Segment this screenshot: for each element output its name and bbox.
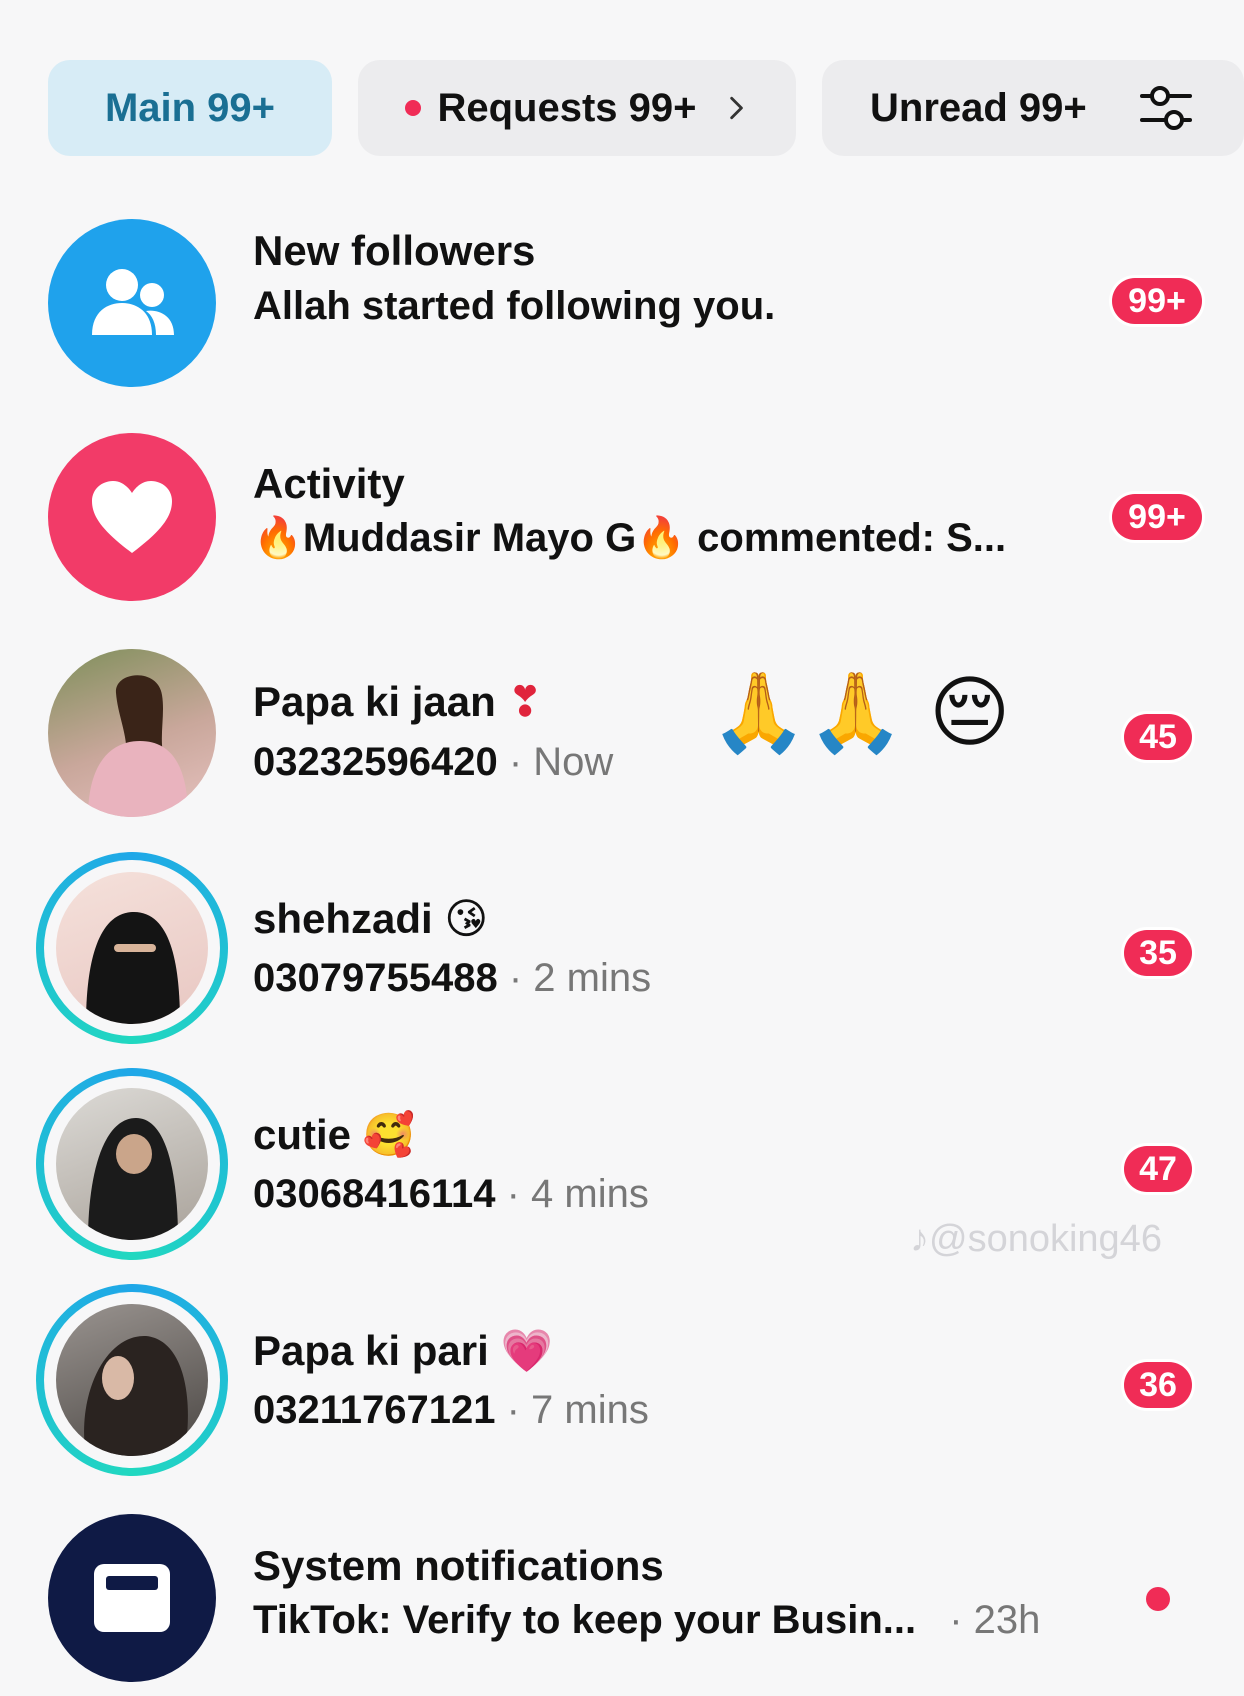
- timestamp: · 4 mins: [506, 1172, 649, 1216]
- chevron-right-icon: [729, 96, 743, 120]
- unread-dot: [1146, 1587, 1170, 1611]
- timestamp: · Now: [508, 740, 614, 784]
- list-item-chat[interactable]: shehzadi 😘 03079755488 · 2 mins 35: [0, 848, 1244, 1048]
- tab-unread-label: Unread 99+: [870, 85, 1087, 130]
- unread-count-badge: 36: [1124, 1362, 1192, 1408]
- contact-name: Papa ki jaan: [253, 678, 496, 725]
- phone-number: 03211767121: [253, 1388, 496, 1432]
- phone-number: 03079755488: [253, 956, 498, 1000]
- unread-count-badge: 99+: [1112, 494, 1202, 540]
- row-subtitle: 03068416114 · 4 mins: [253, 1172, 649, 1217]
- contact-name: Papa ki pari: [253, 1327, 489, 1374]
- growing-heart-emoji: 💗: [500, 1326, 553, 1375]
- kiss-emoji: 😘: [444, 894, 489, 943]
- row-subtitle: 🔥Muddasir Mayo G🔥 commented: S...: [253, 514, 1006, 561]
- list-item-new-followers[interactable]: New followers Allah started following yo…: [0, 202, 1244, 402]
- avatar: [56, 872, 208, 1024]
- heart-icon: [48, 433, 216, 601]
- row-title: Papa ki jaan ❣: [253, 677, 543, 726]
- row-title: New followers: [253, 227, 536, 274]
- unread-count-badge: 45: [1124, 714, 1192, 760]
- row-subtitle: Allah started following you.: [253, 284, 776, 328]
- filter-settings-icon[interactable]: [1138, 80, 1194, 136]
- contact-name: cutie: [253, 1111, 352, 1158]
- avatar: [56, 1304, 208, 1456]
- watermark: ♪@sonoking46: [910, 1218, 1162, 1260]
- smiling-hearts-emoji: 🥰: [362, 1110, 415, 1159]
- tab-main[interactable]: Main 99+: [48, 60, 332, 156]
- followers-icon: [48, 219, 216, 387]
- list-item-chat[interactable]: Papa ki pari 💗 03211767121 · 7 mins 36: [0, 1280, 1244, 1480]
- commenter-name: Muddasir Mayo G: [302, 516, 637, 560]
- row-title: Activity: [253, 460, 405, 507]
- fire-emoji: 🔥: [636, 515, 687, 561]
- row-subtitle: 03079755488 · 2 mins: [253, 956, 651, 1001]
- unread-count-badge: 35: [1124, 930, 1192, 976]
- row-subtitle: 03211767121 · 7 mins: [253, 1388, 649, 1433]
- tab-requests-label: Requests 99+: [437, 85, 697, 130]
- heart-exclamation-emoji: ❣: [507, 677, 543, 726]
- timestamp: · 23h: [949, 1598, 1041, 1642]
- notification-text: TikTok: Verify to keep your Busin...: [253, 1598, 917, 1642]
- phone-number: 03068416114: [253, 1172, 496, 1216]
- comment-text: commented: S...: [697, 516, 1007, 560]
- list-item-chat[interactable]: Papa ki jaan ❣ 🙏🙏 😔 03232596420 · Now 45: [0, 632, 1244, 832]
- avatar: [56, 1088, 208, 1240]
- filter-tabs: Main 99+ Requests 99+ Unread 99+: [48, 60, 1244, 156]
- tab-requests[interactable]: Requests 99+: [358, 60, 796, 156]
- row-title: shehzadi 😘: [253, 894, 488, 943]
- fire-emoji: 🔥: [253, 515, 303, 561]
- timestamp: · 2 mins: [508, 956, 652, 1000]
- row-subtitle: 03232596420 · Now: [253, 740, 613, 785]
- row-title: cutie 🥰: [253, 1110, 415, 1160]
- timestamp: · 7 mins: [506, 1388, 649, 1432]
- list-item-system-notifications[interactable]: System notifications TikTok: Verify to k…: [0, 1496, 1244, 1696]
- contact-name: shehzadi: [253, 895, 433, 942]
- unread-count-badge: 99+: [1112, 278, 1202, 324]
- message-emojis: 🙏🙏 😔: [710, 668, 1011, 758]
- tab-main-label: Main 99+: [104, 85, 276, 130]
- row-title: System notifications: [253, 1542, 664, 1589]
- requests-indicator-dot: [405, 100, 422, 116]
- phone-number: 03232596420: [253, 740, 498, 784]
- row-title: Papa ki pari 💗: [253, 1326, 553, 1376]
- avatar: [48, 649, 216, 817]
- list-item-activity[interactable]: Activity 🔥Muddasir Mayo G🔥 commented: S.…: [0, 418, 1244, 618]
- unread-count-badge: 47: [1124, 1146, 1192, 1192]
- inbox-icon: [48, 1514, 216, 1682]
- row-subtitle: TikTok: Verify to keep your Busin... · 2…: [253, 1598, 1040, 1643]
